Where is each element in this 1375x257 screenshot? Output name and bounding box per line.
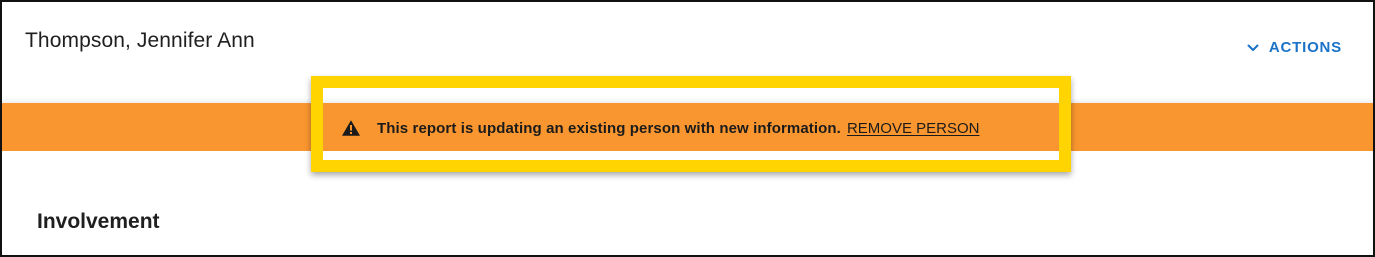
remove-person-link[interactable]: REMOVE PERSON	[847, 120, 980, 137]
banner-content: This report is updating an existing pers…	[341, 118, 979, 138]
actions-button[interactable]: ACTIONS	[1246, 39, 1342, 56]
person-card: Thompson, Jennifer Ann ACTIONS This repo…	[0, 0, 1375, 257]
warning-icon	[341, 119, 377, 137]
actions-label: ACTIONS	[1268, 39, 1342, 56]
involvement-heading: Involvement	[37, 210, 160, 233]
person-name: Thompson, Jennifer Ann	[25, 29, 255, 52]
chevron-down-icon	[1246, 41, 1260, 55]
banner-message: This report is updating an existing pers…	[377, 119, 841, 137]
